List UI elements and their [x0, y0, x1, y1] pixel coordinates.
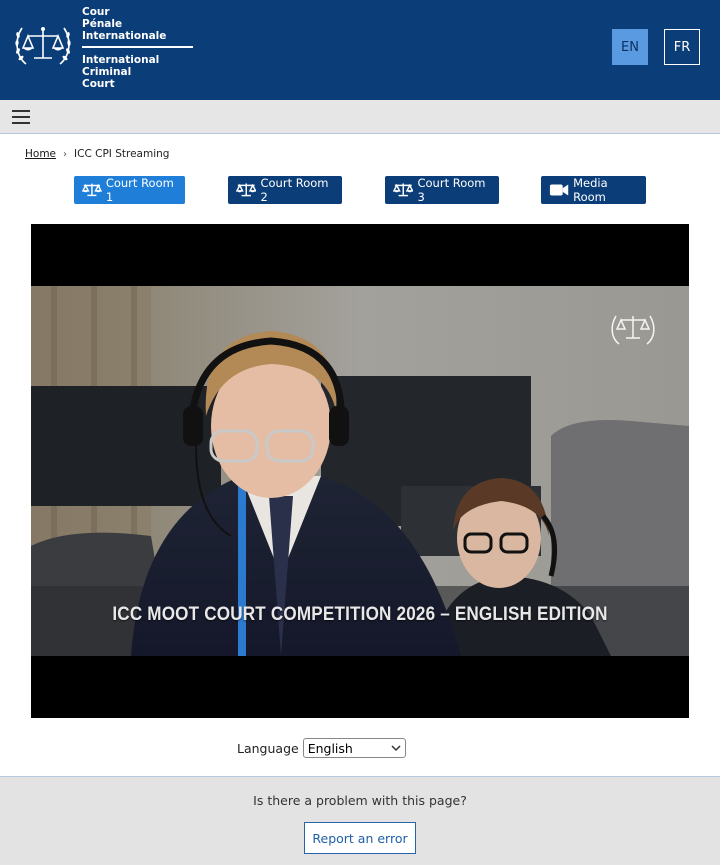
problem-question: Is there a problem with this page?: [253, 793, 467, 808]
logo-line-en-2: Criminal: [82, 66, 132, 78]
court-room-3-button[interactable]: Court Room 3: [385, 176, 499, 204]
scales-icon: [393, 183, 414, 197]
language-select[interactable]: English: [302, 738, 406, 758]
icc-emblem-icon: [15, 27, 71, 65]
logo-line-en-3: Court: [82, 78, 115, 90]
breadcrumb-current: ICC CPI Streaming: [74, 148, 170, 160]
language-en-button[interactable]: EN: [612, 29, 648, 65]
media-room-button[interactable]: Media Room: [541, 176, 646, 204]
logo-line-en-1: International: [82, 54, 160, 66]
video-camera-icon: [549, 184, 569, 196]
logo-line-fr-2: Pénale: [82, 18, 123, 30]
court-room-1-button[interactable]: Court Room 1: [74, 176, 185, 204]
language-label: Language: [237, 740, 299, 756]
court-room-2-button[interactable]: Court Room 2: [228, 176, 342, 204]
icc-logo[interactable]: Cour Pénale Internationale International…: [12, 6, 202, 92]
logo-line-fr-1: Cour: [82, 6, 110, 18]
hamburger-icon[interactable]: [12, 110, 30, 124]
media-room-label: Media Room: [573, 176, 608, 204]
report-error-button[interactable]: Report an error: [304, 822, 416, 854]
breadcrumb-home-link[interactable]: Home: [25, 148, 56, 160]
logo-divider: [82, 46, 193, 48]
video-scene: [31, 286, 689, 656]
language-row: Language English: [237, 738, 406, 758]
video-player[interactable]: ICC MOOT COURT COMPETITION 2026 – ENGLIS…: [31, 224, 689, 718]
site-header: Cour Pénale Internationale International…: [0, 0, 720, 100]
language-selected-value: English: [307, 740, 353, 756]
scales-icon: [82, 183, 102, 197]
video-caption: ICC MOOT COURT COMPETITION 2026 – ENGLIS…: [112, 604, 608, 625]
icc-watermark-icon: [611, 315, 655, 345]
court-room-2-label: Court Room 2: [260, 176, 329, 204]
logo-text: Cour Pénale Internationale International…: [82, 6, 202, 90]
page-footer: Is there a problem with this page? Repor…: [0, 776, 720, 865]
chevron-down-icon: [391, 745, 401, 752]
court-room-1-label: Court Room 1: [105, 176, 174, 204]
logo-line-fr-3: Internationale: [82, 30, 167, 42]
video-frame: ICC MOOT COURT COMPETITION 2026 – ENGLIS…: [31, 286, 689, 656]
scales-icon: [236, 183, 257, 197]
language-fr-button[interactable]: FR: [664, 29, 700, 65]
breadcrumb: Home › ICC CPI Streaming: [25, 148, 169, 160]
menu-bar: [0, 100, 720, 134]
court-room-3-label: Court Room 3: [417, 176, 486, 204]
breadcrumb-separator: ›: [63, 148, 68, 160]
